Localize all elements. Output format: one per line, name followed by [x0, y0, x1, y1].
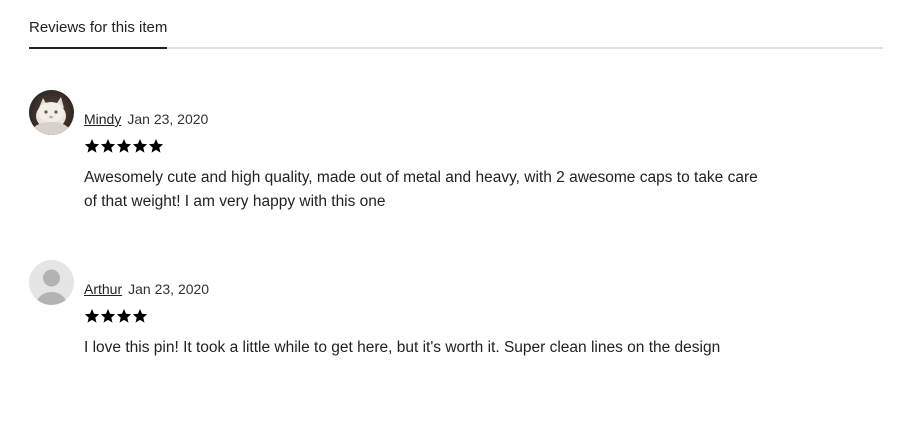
tab-reviews-for-this-item[interactable]: Reviews for this item — [29, 19, 168, 49]
star-icon — [132, 309, 148, 323]
star-icon — [116, 139, 132, 153]
star-icon — [84, 139, 100, 153]
reviewer-name-link[interactable]: Arthur — [84, 281, 122, 297]
review-item: Mindy Jan 23, 2020 Awesomely cute and hig… — [29, 90, 883, 220]
star-rating — [84, 138, 164, 156]
star-rating — [84, 308, 148, 326]
reviewer-avatar[interactable] — [29, 260, 74, 305]
reviewer-avatar[interactable] — [29, 90, 74, 135]
star-icon — [148, 139, 164, 153]
cat-photo-avatar-icon — [29, 90, 74, 135]
review-date: Jan 23, 2020 — [127, 111, 209, 127]
star-icon — [132, 139, 148, 153]
review-date: Jan 23, 2020 — [128, 281, 210, 297]
star-icon — [116, 309, 132, 323]
default-user-avatar-icon — [29, 260, 74, 305]
review-item: Arthur Jan 23, 2020 I love this pin! It t… — [29, 260, 883, 370]
reviews-tab-bar: Reviews for this item — [29, 0, 883, 49]
star-icon — [84, 309, 100, 323]
review-meta: Arthur Jan 23, 2020 — [84, 280, 209, 298]
star-icon — [100, 139, 116, 153]
reviewer-name-link[interactable]: Mindy — [84, 111, 121, 127]
review-text: Awesomely cute and high quality, made ou… — [84, 169, 758, 210]
review-meta: Mindy Jan 23, 2020 — [84, 110, 208, 128]
star-icon — [100, 309, 116, 323]
review-text: I love this pin! It took a little while … — [84, 339, 721, 356]
